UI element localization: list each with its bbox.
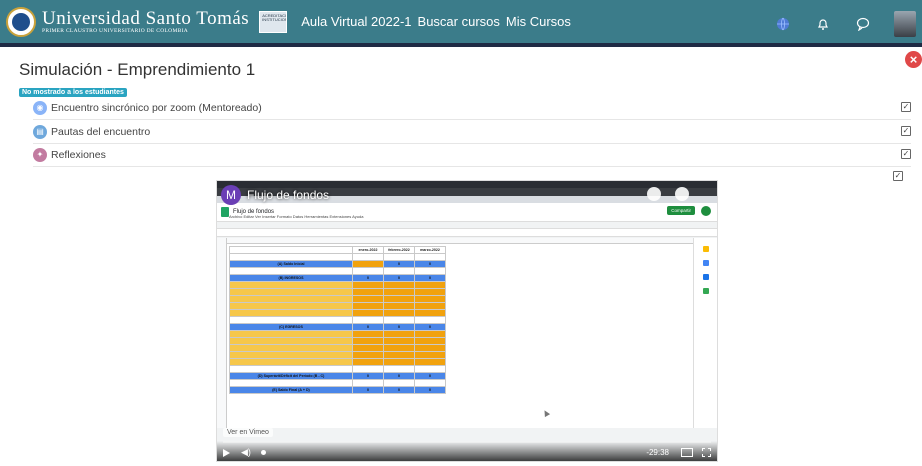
completion-checkbox[interactable]: ✓ bbox=[901, 102, 911, 112]
video-progress-bar[interactable] bbox=[223, 441, 711, 443]
row-label: (E) Saldo Final (A + D) bbox=[229, 386, 353, 394]
page-title: Simulación - Emprendimiento 1 bbox=[19, 60, 256, 79]
video-controls: ◀) -29:38 bbox=[217, 441, 717, 461]
pip-icon[interactable] bbox=[681, 448, 693, 457]
col-header: marzo-2022 bbox=[414, 246, 446, 254]
sheets-share-button: Compartir bbox=[667, 206, 695, 215]
vimeo-watermark[interactable]: Ver en Vimeo bbox=[223, 428, 273, 437]
nav-mis-cursos[interactable]: Mis Cursos bbox=[506, 14, 571, 29]
sheets-grid: enero-2022 febrero-2022 marzo-2022 (A) Sal… bbox=[217, 238, 695, 428]
accreditation-badge: ACREDITACIÓN INSTITUCIONAL bbox=[259, 10, 288, 33]
play-icon[interactable] bbox=[223, 449, 230, 457]
sheets-side-panel bbox=[693, 238, 717, 428]
fullscreen-icon[interactable] bbox=[702, 448, 711, 457]
tasks-icon bbox=[702, 260, 709, 266]
activity-label[interactable]: Reflexiones bbox=[51, 149, 106, 161]
table-row: (E) Saldo Final (A + D) 0 0 0 bbox=[229, 386, 446, 394]
chat-icon[interactable] bbox=[854, 15, 872, 33]
sheets-doc-icon bbox=[221, 207, 229, 217]
sheets-header: Flujo de fondos Archivo Editar Ver Inser… bbox=[217, 203, 717, 221]
activity-zoom[interactable]: ◉ Encuentro sincrónico por zoom (Mentore… bbox=[33, 96, 911, 120]
navbar-right-icons bbox=[774, 0, 922, 47]
brand-name: Universidad Santo Tomás bbox=[42, 7, 250, 29]
video-time: -29:38 bbox=[646, 448, 669, 457]
maps-icon bbox=[702, 288, 709, 294]
completion-checkbox[interactable]: ✓ bbox=[901, 149, 911, 159]
mouse-cursor-icon bbox=[541, 408, 551, 418]
sheets-menu: Archivo Editar Ver Insertar Formato Dato… bbox=[229, 214, 364, 219]
completion-checkbox[interactable]: ✓ bbox=[893, 171, 903, 181]
sheets-formula-bar bbox=[217, 229, 717, 237]
contacts-icon bbox=[702, 274, 709, 280]
table-row: (B) INGRESOS 0 0 0 bbox=[229, 274, 446, 282]
activity-label[interactable]: Encuentro sincrónico por zoom (Mentoread… bbox=[51, 102, 262, 114]
col-header: febrero-2022 bbox=[383, 246, 415, 254]
sheets-toolbar bbox=[217, 221, 717, 229]
channel-avatar[interactable]: M bbox=[221, 185, 241, 205]
share-icon[interactable] bbox=[675, 187, 689, 201]
col-header: enero-2022 bbox=[352, 246, 384, 254]
nav-buscar-cursos[interactable]: Buscar cursos bbox=[418, 14, 500, 29]
vimeo-video-player[interactable]: Flujo de fondos Archivo Editar Ver Inser… bbox=[216, 180, 718, 462]
table-row: (A) Saldo Inicial 0 0 bbox=[229, 260, 446, 268]
cash-flow-table: enero-2022 febrero-2022 marzo-2022 (A) Sal… bbox=[229, 246, 446, 394]
brand-subtitle: PRIMER CLAUSTRO UNIVERSITARIO DE COLOMBI… bbox=[42, 27, 189, 34]
table-row: (C) EGRESOS 0 0 0 bbox=[229, 323, 446, 331]
row-label: (C) EGRESOS bbox=[229, 323, 353, 331]
activity-label[interactable]: Pautas del encuentro bbox=[51, 126, 150, 138]
bell-icon[interactable] bbox=[814, 15, 832, 33]
column-headers bbox=[227, 238, 695, 244]
sheets-account-icon bbox=[701, 206, 711, 216]
university-seal-icon bbox=[6, 6, 36, 37]
row-label: (A) Saldo Inicial bbox=[229, 260, 353, 268]
video-title[interactable]: Flujo de fondos bbox=[247, 188, 329, 202]
volume-icon[interactable]: ◀) bbox=[241, 447, 251, 458]
row-label: (B) INGRESOS bbox=[229, 274, 353, 282]
video-overlay-icons bbox=[647, 187, 689, 201]
zoom-icon: ◉ bbox=[33, 100, 47, 115]
close-icon[interactable]: × bbox=[905, 51, 922, 68]
volume-slider[interactable] bbox=[261, 450, 266, 455]
university-logo[interactable]: Universidad Santo Tomás PRIMER CLAUSTRO … bbox=[6, 6, 250, 37]
table-row: (D) Superávit/Déficit del Período (B - C… bbox=[229, 372, 446, 380]
row-label: (D) Superávit/Déficit del Período (B - C… bbox=[229, 372, 353, 380]
nav-aula-virtual[interactable]: Aula Virtual 2022-1 bbox=[301, 14, 411, 29]
main-nav: Aula Virtual 2022-1 Buscar cursos Mis Cu… bbox=[301, 14, 571, 29]
clock-icon[interactable] bbox=[647, 187, 661, 201]
activity-pautas[interactable]: ▤ Pautas del encuentro ✓ bbox=[33, 120, 911, 144]
forum-icon: ✦ bbox=[33, 147, 47, 162]
page-icon: ▤ bbox=[33, 124, 47, 139]
top-navbar: Universidad Santo Tomás PRIMER CLAUSTRO … bbox=[0, 0, 922, 47]
keep-icon bbox=[702, 246, 709, 252]
row-numbers bbox=[217, 238, 227, 428]
activity-reflexiones[interactable]: ✦ Reflexiones ✓ bbox=[33, 143, 911, 167]
user-avatar[interactable] bbox=[894, 10, 916, 37]
completion-checkbox[interactable]: ✓ bbox=[901, 126, 911, 136]
globe-icon[interactable] bbox=[774, 15, 792, 33]
video-title-overlay: M Flujo de fondos bbox=[221, 185, 329, 205]
